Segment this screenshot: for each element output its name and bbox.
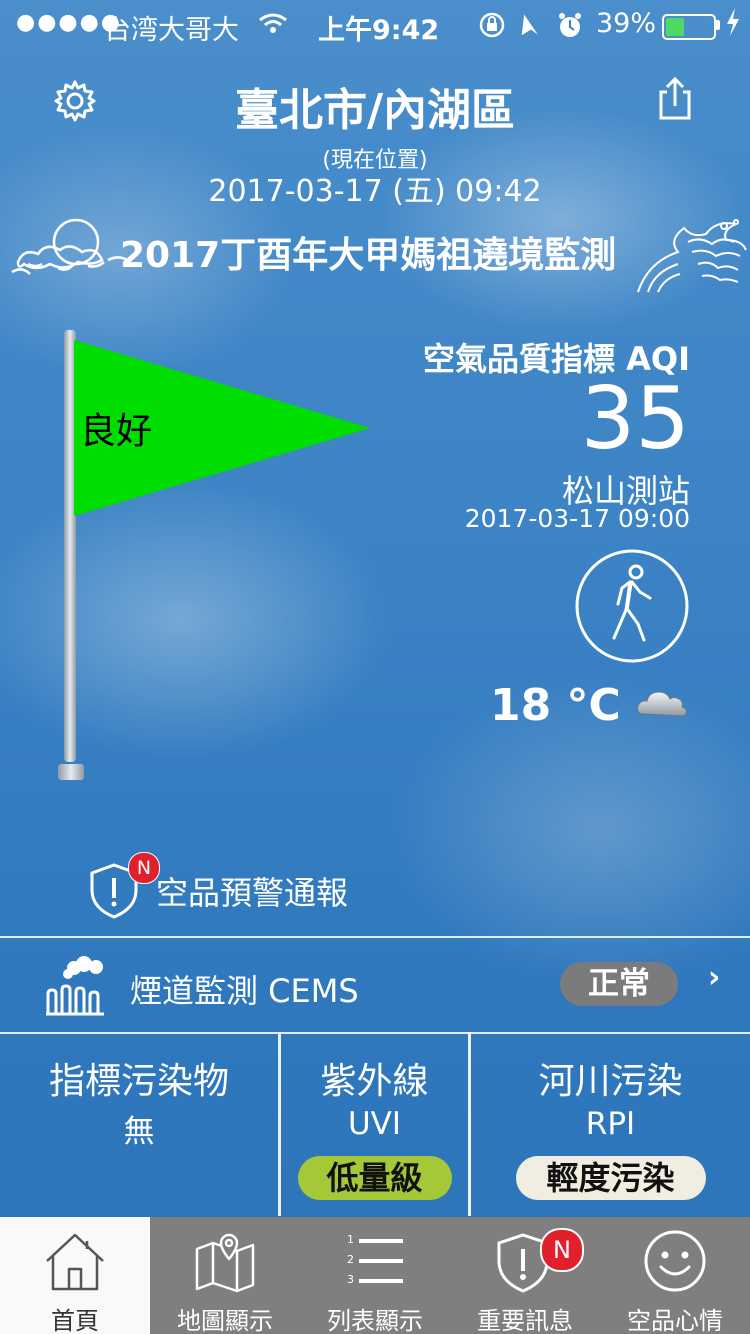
rpi-title: 河川污染 xyxy=(538,1061,683,1102)
rpi-label: RPI xyxy=(585,1106,636,1142)
tab-home[interactable]: 首頁 xyxy=(0,1217,150,1334)
pollutant-title: 指標污染物 xyxy=(48,1061,229,1102)
page-title: 臺北市/內湖區 xyxy=(234,85,516,136)
alarm-icon xyxy=(559,13,581,37)
status-time: 上午9:42 xyxy=(318,15,440,46)
uvi-panel[interactable]: 紫外線 UVI 低量級 xyxy=(281,1032,471,1216)
carrier-name: 台湾大哥大 xyxy=(104,15,239,46)
tab-alerts-badge: N xyxy=(540,1228,584,1272)
tab-bar: 首頁 地圖顯示 1 2 3 列表顯示 重要訊息 空品心情 xyxy=(0,1217,750,1334)
walking-person-icon[interactable] xyxy=(574,548,690,664)
location-arrow-icon xyxy=(521,14,538,36)
chevron-right-icon: › xyxy=(708,960,721,995)
tab-mood-label: 空品心情 xyxy=(627,1307,723,1334)
aqi-flag-label: 良好 xyxy=(80,411,153,452)
tab-map-label: 地圖顯示 xyxy=(177,1307,273,1334)
rotation-lock-icon xyxy=(479,12,505,38)
uvi-label: UVI xyxy=(347,1106,402,1142)
current-datetime: 2017-03-17 (五) 09:42 xyxy=(208,174,542,209)
aqi-time: 2017-03-17 09:00 xyxy=(464,504,690,533)
svg-text:2: 2 xyxy=(347,1253,354,1266)
pollutant-value: 無 xyxy=(123,1114,155,1150)
tab-alerts-label: 重要訊息 xyxy=(477,1307,573,1334)
home-icon xyxy=(46,1233,104,1291)
pollutant-panel[interactable]: 指標污染物 無 xyxy=(0,1032,281,1216)
tab-list[interactable]: 1 2 3 列表顯示 xyxy=(300,1217,450,1334)
aqi-value: 35 xyxy=(580,369,690,469)
wifi-icon xyxy=(259,13,287,33)
cems-label: 煙道監測 CEMS xyxy=(130,972,359,1010)
wave-decoration xyxy=(637,219,747,293)
battery-percent: 39% xyxy=(596,8,657,39)
status-bar: ●●●●● 台湾大哥大 上午9:42 39% xyxy=(0,0,750,50)
tab-home-label: 首頁 xyxy=(51,1307,99,1334)
event-banner[interactable]: 2017丁酉年大甲媽祖遶境監測 xyxy=(120,226,616,278)
cems-row[interactable]: 煙道監測 CEMS 正常 › xyxy=(0,936,750,1034)
share-icon[interactable] xyxy=(652,76,698,122)
status-icons xyxy=(479,12,581,38)
uvi-title: 紫外線 xyxy=(320,1061,429,1102)
cems-status-badge: 正常 xyxy=(560,962,678,1006)
cloudy-icon xyxy=(637,691,687,717)
list-icon: 1 2 3 xyxy=(347,1233,403,1286)
tab-mood[interactable]: 空品心情 xyxy=(600,1217,750,1334)
tab-list-label: 列表顯示 xyxy=(327,1307,423,1334)
warning-label[interactable]: 空品預警通報 xyxy=(156,868,348,914)
moon-cloud-decoration xyxy=(11,218,131,275)
flag-base xyxy=(58,764,84,780)
temperature: 18 °C xyxy=(490,680,621,731)
app-screen: ●●●●● 台湾大哥大 上午9:42 39% 臺北市/內湖區 (現在位置) 20… xyxy=(0,0,750,1334)
battery-icon xyxy=(662,14,716,40)
charging-icon xyxy=(727,8,739,36)
tab-map[interactable]: 地圖顯示 xyxy=(150,1217,300,1334)
svg-text:3: 3 xyxy=(347,1273,354,1286)
rpi-panel[interactable]: 河川污染 RPI 輕度污染 xyxy=(471,1032,750,1216)
uvi-level-badge: 低量級 xyxy=(297,1156,452,1200)
factory-chimney-icon xyxy=(46,956,104,1016)
rpi-level-badge: 輕度污染 xyxy=(515,1156,706,1200)
svg-text:1: 1 xyxy=(347,1233,354,1246)
map-icon xyxy=(195,1233,255,1293)
smiley-icon xyxy=(644,1230,706,1292)
